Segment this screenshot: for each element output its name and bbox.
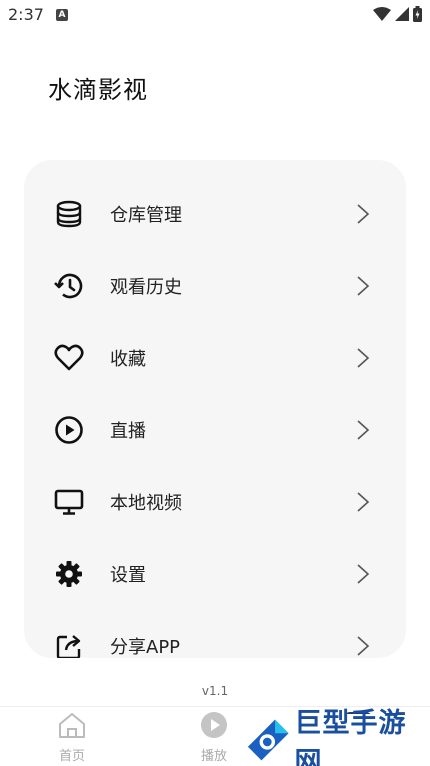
chevron-right-icon [357,348,370,368]
nav-play[interactable]: 播放 [184,711,244,764]
wifi-icon [373,7,391,21]
status-bar: 2:37 A [0,0,430,30]
chevron-right-icon [357,492,370,512]
nav-home-label: 首页 [58,749,85,764]
menu-item-label: 直播 [110,421,146,442]
watermark-logo-icon [247,719,289,761]
menu-item-label: 分享APP [110,637,181,658]
chevron-right-icon [357,276,370,296]
menu-item-live[interactable]: 直播 [24,394,406,466]
home-icon [59,713,85,738]
chevron-right-icon [357,420,370,440]
chevron-right-icon [357,636,370,656]
menu-item-label: 收藏 [110,349,146,370]
nav-home[interactable]: 首页 [42,711,102,764]
play-circle-icon [201,712,227,738]
version-label: v1.1 [201,684,229,698]
nav-play-label: 播放 [200,749,227,764]
menu-item-label: 仓库管理 [110,205,182,226]
menu-card: 仓库管理 观看历史 收藏 直播 本地视频 设置 分享APP [24,160,406,658]
watermark: 巨型手游网 [240,708,430,766]
menu-item-share[interactable]: 分享APP [24,610,406,658]
heart-icon [54,343,84,373]
page-title: 水滴影视 [48,76,148,104]
history-icon [54,271,84,301]
menu-item-label: 本地视频 [110,493,182,514]
menu-item-settings[interactable]: 设置 [24,538,406,610]
menu-item-label: 设置 [110,565,146,586]
gear-icon [54,559,84,589]
status-icons [373,6,422,22]
cellular-signal-icon [395,7,409,21]
menu-item-local-video[interactable]: 本地视频 [24,466,406,538]
menu-item-history[interactable]: 观看历史 [24,250,406,322]
notification-badge-icon: A [56,9,68,21]
share-icon [54,631,84,658]
database-icon [54,199,84,229]
watermark-text: 巨型手游网 [294,708,407,766]
monitor-icon [54,487,84,517]
chevron-right-icon [357,204,370,224]
battery-icon [413,6,422,22]
play-circle-icon [54,415,84,445]
menu-item-warehouse[interactable]: 仓库管理 [24,178,406,250]
menu-item-favorites[interactable]: 收藏 [24,322,406,394]
menu-item-label: 观看历史 [110,277,182,298]
status-time: 2:37 [8,5,44,24]
chevron-right-icon [357,564,370,584]
